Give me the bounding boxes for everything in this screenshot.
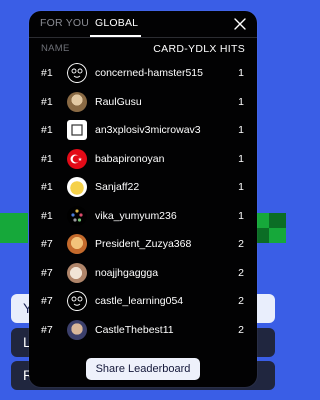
user-photo-icon — [67, 177, 87, 198]
hit-count: 1 — [238, 209, 244, 222]
leaderboard-panel: FOR YOU GLOBAL NAME CARD-YDLX HITS #1 co… — [29, 11, 257, 387]
tab-for-you[interactable]: FOR YOU — [40, 17, 89, 29]
tab-bar: FOR YOU GLOBAL — [29, 11, 257, 38]
rank: #1 — [41, 95, 53, 108]
rank: #1 — [41, 152, 53, 165]
default-avatar-icon — [67, 120, 87, 141]
tab-global[interactable]: GLOBAL — [95, 17, 138, 29]
rank: #7 — [41, 238, 53, 251]
hamster-icon — [67, 63, 87, 84]
leaderboard-row[interactable]: #7 President_Zuzya368 2 — [29, 230, 257, 259]
leaderboard-row[interactable]: #7 castle_learning054 2 — [29, 287, 257, 316]
leaderboard-row[interactable]: #1 concerned-hamster515 1 — [29, 59, 257, 88]
username: President_Zuzya368 — [95, 238, 192, 251]
rank: #1 — [41, 124, 53, 137]
hit-count: 2 — [238, 323, 244, 336]
username: noajjhgaggga — [95, 266, 159, 279]
username: CastleThebest11 — [95, 323, 174, 336]
username: an3xplosiv3microwav3 — [95, 124, 201, 137]
hit-count: 2 — [238, 266, 244, 279]
leaderboard-row[interactable]: #1 an3xplosiv3microwav3 1 — [29, 116, 257, 145]
background-tile — [0, 213, 28, 243]
username: Sanjaff22 — [95, 181, 140, 194]
username: babapironoyan — [95, 152, 165, 165]
active-tab-indicator — [90, 35, 141, 37]
user-photo-icon — [67, 319, 87, 340]
hit-count: 1 — [238, 152, 244, 165]
share-leaderboard-button[interactable]: Share Leaderboard — [86, 358, 200, 380]
leaderboard-row[interactable]: #1 vika_yumyum236 1 — [29, 202, 257, 231]
leaderboard-row[interactable]: #1 babapironoyan 1 — [29, 145, 257, 174]
background-tile — [252, 213, 286, 243]
username: vika_yumyum236 — [95, 209, 177, 222]
hit-count: 1 — [238, 95, 244, 108]
user-photo-icon — [67, 234, 87, 255]
rank: #7 — [41, 266, 53, 279]
username: concerned-hamster515 — [95, 67, 203, 80]
rank: #7 — [41, 295, 53, 308]
leaderboard-row[interactable]: #1 Sanjaff22 1 — [29, 173, 257, 202]
hit-count: 2 — [238, 238, 244, 251]
hit-count: 1 — [238, 124, 244, 137]
rank: #7 — [41, 323, 53, 336]
close-icon[interactable] — [233, 17, 247, 31]
username: castle_learning054 — [95, 295, 184, 308]
hit-count: 2 — [238, 295, 244, 308]
dots-avatar-icon — [67, 205, 87, 226]
rank: #1 — [41, 209, 53, 222]
turkey-flag-icon — [67, 148, 87, 169]
leaderboard-list: #1 concerned-hamster515 1 #1 RaulGusu 1 … — [29, 59, 257, 344]
user-photo-icon — [67, 91, 87, 112]
hamster-icon — [67, 291, 87, 312]
leaderboard-row[interactable]: #1 RaulGusu 1 — [29, 88, 257, 117]
column-header-name: NAME — [41, 43, 70, 54]
leaderboard-row[interactable]: #7 CastleThebest11 2 — [29, 316, 257, 345]
username: RaulGusu — [95, 95, 142, 108]
column-header-hits: CARD-YDLX HITS — [153, 43, 245, 55]
rank: #1 — [41, 181, 53, 194]
leaderboard-row[interactable]: #7 noajjhgaggga 2 — [29, 259, 257, 288]
user-photo-icon — [67, 262, 87, 283]
hit-count: 1 — [238, 67, 244, 80]
rank: #1 — [41, 67, 53, 80]
hit-count: 1 — [238, 181, 244, 194]
